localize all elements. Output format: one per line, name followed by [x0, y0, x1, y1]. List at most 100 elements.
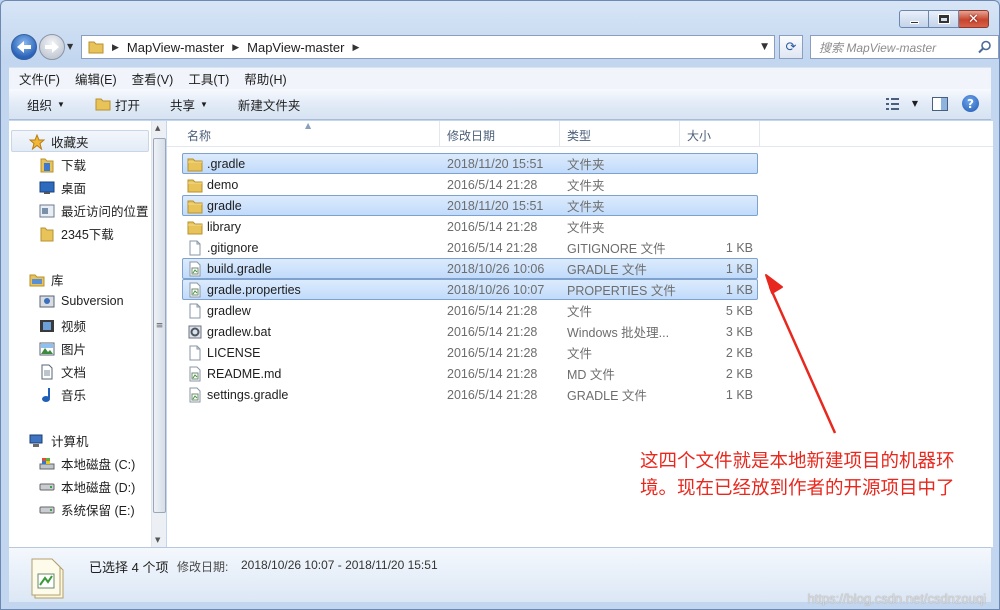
- recent-pages-dropdown[interactable]: ▼: [67, 42, 73, 51]
- file-name: demo: [207, 177, 239, 192]
- scroll-up-icon[interactable]: ▲: [155, 124, 160, 132]
- file-row[interactable]: gradle 2018/11/20 15:51 文件夹: [182, 195, 758, 216]
- minimize-button[interactable]: [899, 10, 929, 28]
- nav-computer[interactable]: 计算机: [29, 431, 89, 450]
- nav-item-label: 视频: [61, 320, 87, 334]
- modified-label: 修改日期:: [177, 560, 229, 574]
- nav-music[interactable]: 音乐: [39, 385, 86, 404]
- nav-item-label: 图片: [61, 343, 87, 357]
- column-size[interactable]: 大小: [687, 127, 711, 144]
- menu-file[interactable]: 文件(F): [9, 69, 65, 88]
- open-button[interactable]: 打开: [95, 95, 140, 114]
- menu-help[interactable]: 帮助(H): [234, 69, 291, 88]
- menu-edit[interactable]: 编辑(E): [65, 69, 122, 88]
- file-type: PROPERTIES 文件: [567, 284, 676, 298]
- breadcrumb-item[interactable]: MapView-master: [127, 40, 224, 55]
- file-row[interactable]: gradlew 2016/5/14 21:28 文件 5 KB: [182, 300, 758, 321]
- column-type[interactable]: 类型: [567, 127, 591, 144]
- nav-item-label: 文档: [61, 366, 87, 380]
- column-headers: ▲ 名称 修改日期 类型 大小: [167, 121, 993, 147]
- nav-libraries[interactable]: 库: [29, 270, 64, 289]
- file-row[interactable]: demo 2016/5/14 21:28 文件夹: [182, 174, 758, 195]
- nav-item-label: Subversion: [61, 294, 124, 308]
- file-size: 1 KB: [725, 240, 753, 255]
- menu-view[interactable]: 查看(V): [122, 69, 179, 88]
- nav-subversion[interactable]: Subversion: [39, 293, 124, 309]
- file-icon: [187, 345, 203, 361]
- file-row[interactable]: settings.gradle 2016/5/14 21:28 GRADLE 文件 1…: [182, 384, 758, 405]
- address-dropdown-icon[interactable]: ▼: [761, 42, 768, 52]
- nav-item-label: 本地磁盘 (C:): [61, 458, 136, 472]
- video-icon: [39, 318, 55, 334]
- column-date[interactable]: 修改日期: [447, 127, 495, 144]
- folder-icon: [187, 156, 203, 172]
- music-note-icon: [39, 387, 55, 403]
- file-name: .gradle: [207, 156, 246, 171]
- file-row[interactable]: library 2016/5/14 21:28 文件夹: [182, 216, 758, 237]
- breadcrumb-separator-icon[interactable]: ▶: [232, 42, 239, 53]
- close-button[interactable]: ✕: [959, 10, 989, 28]
- nav-drive-c[interactable]: 本地磁盘 (C:): [39, 454, 135, 473]
- nav-favorites[interactable]: 收藏夹: [29, 132, 89, 151]
- back-arrow-icon: [17, 41, 31, 53]
- gradle-file-icon: [187, 261, 203, 277]
- navigation-scrollbar[interactable]: ▲ ≡ ▼: [151, 121, 166, 547]
- file-type: MD 文件: [567, 368, 615, 382]
- address-bar[interactable]: ▶ MapView-master ▶ MapView-master ▶ ▼: [81, 35, 775, 59]
- modified-range: 2018/10/26 10:07 - 2018/11/20 15:51: [241, 558, 438, 572]
- nav-item-label: 2345下载: [61, 228, 114, 242]
- breadcrumb-item[interactable]: MapView-master: [247, 40, 344, 55]
- navigation-bar: ▼ ▶ MapView-master ▶ MapView-master ▶ ▼ …: [9, 34, 999, 60]
- back-button[interactable]: [11, 34, 37, 60]
- share-label: 共享: [169, 98, 195, 113]
- forward-button[interactable]: [39, 34, 65, 60]
- file-size: 1 KB: [725, 282, 753, 297]
- nav-recent-places[interactable]: 最近访问的位置: [39, 201, 149, 220]
- file-name: README.md: [207, 366, 282, 381]
- file-row[interactable]: LICENSE 2016/5/14 21:28 文件 2 KB: [182, 342, 758, 363]
- refresh-button[interactable]: ⟳: [779, 35, 803, 59]
- new-folder-button[interactable]: 新建文件夹: [238, 95, 301, 114]
- downloads-folder-icon: [39, 157, 55, 173]
- nav-documents[interactable]: 文档: [39, 362, 86, 381]
- preview-pane-icon[interactable]: [932, 96, 948, 111]
- file-row[interactable]: gradle.properties 2018/10/26 10:07 PROPERT…: [182, 279, 758, 300]
- share-button[interactable]: 共享 ▼: [170, 95, 208, 114]
- nav-2345-downloads[interactable]: 2345下载: [39, 224, 114, 243]
- help-icon[interactable]: ?: [962, 95, 979, 112]
- file-type: 文件夹: [567, 200, 605, 214]
- breadcrumb-separator-icon[interactable]: ▶: [112, 42, 119, 53]
- nav-pictures[interactable]: 图片: [39, 339, 86, 358]
- command-bar: 组织 ▼ 打开 共享 ▼ 新建文件夹 ▼ ?: [9, 89, 991, 120]
- file-row[interactable]: build.gradle 2018/10/26 10:06 GRADLE 文件 1 K…: [182, 258, 758, 279]
- scroll-thumb[interactable]: ≡: [153, 138, 166, 513]
- breadcrumb-separator-icon[interactable]: ▶: [352, 42, 359, 53]
- organize-label: 组织: [27, 98, 53, 113]
- nav-item-label: 音乐: [61, 389, 87, 403]
- organize-button[interactable]: 组织 ▼: [27, 95, 65, 114]
- document-icon: [39, 364, 55, 380]
- file-name: gradle.properties: [207, 282, 301, 297]
- nav-favorites-label: 收藏夹: [51, 136, 89, 150]
- dropdown-arrow-icon: ▼: [911, 99, 918, 108]
- menu-tools[interactable]: 工具(T): [178, 69, 234, 88]
- nav-libraries-label: 库: [51, 274, 64, 288]
- view-options-button[interactable]: ▼: [885, 97, 918, 110]
- nav-drive-e[interactable]: 系统保留 (E:): [39, 500, 135, 519]
- nav-desktop[interactable]: 桌面: [39, 178, 86, 197]
- file-row[interactable]: .gitignore 2016/5/14 21:28 GITIGNORE 文件 1 K…: [182, 237, 758, 258]
- nav-videos[interactable]: 视频: [39, 316, 86, 335]
- search-input[interactable]: 搜索 MapView-master: [810, 35, 999, 59]
- forward-arrow-icon: [45, 41, 59, 53]
- nav-drive-d[interactable]: 本地磁盘 (D:): [39, 477, 135, 496]
- computer-icon: [29, 433, 45, 449]
- maximize-button[interactable]: [929, 10, 959, 28]
- search-icon[interactable]: [978, 40, 992, 54]
- file-row[interactable]: .gradle 2018/11/20 15:51 文件夹: [182, 153, 758, 174]
- scroll-down-icon[interactable]: ▼: [155, 536, 160, 544]
- nav-downloads[interactable]: 下载: [39, 155, 86, 174]
- column-name[interactable]: 名称: [187, 127, 211, 144]
- caption-buttons: ✕: [899, 10, 989, 28]
- file-row[interactable]: gradlew.bat 2016/5/14 21:28 Windows 批处理...…: [182, 321, 758, 342]
- file-row[interactable]: README.md 2016/5/14 21:28 MD 文件 2 KB: [182, 363, 758, 384]
